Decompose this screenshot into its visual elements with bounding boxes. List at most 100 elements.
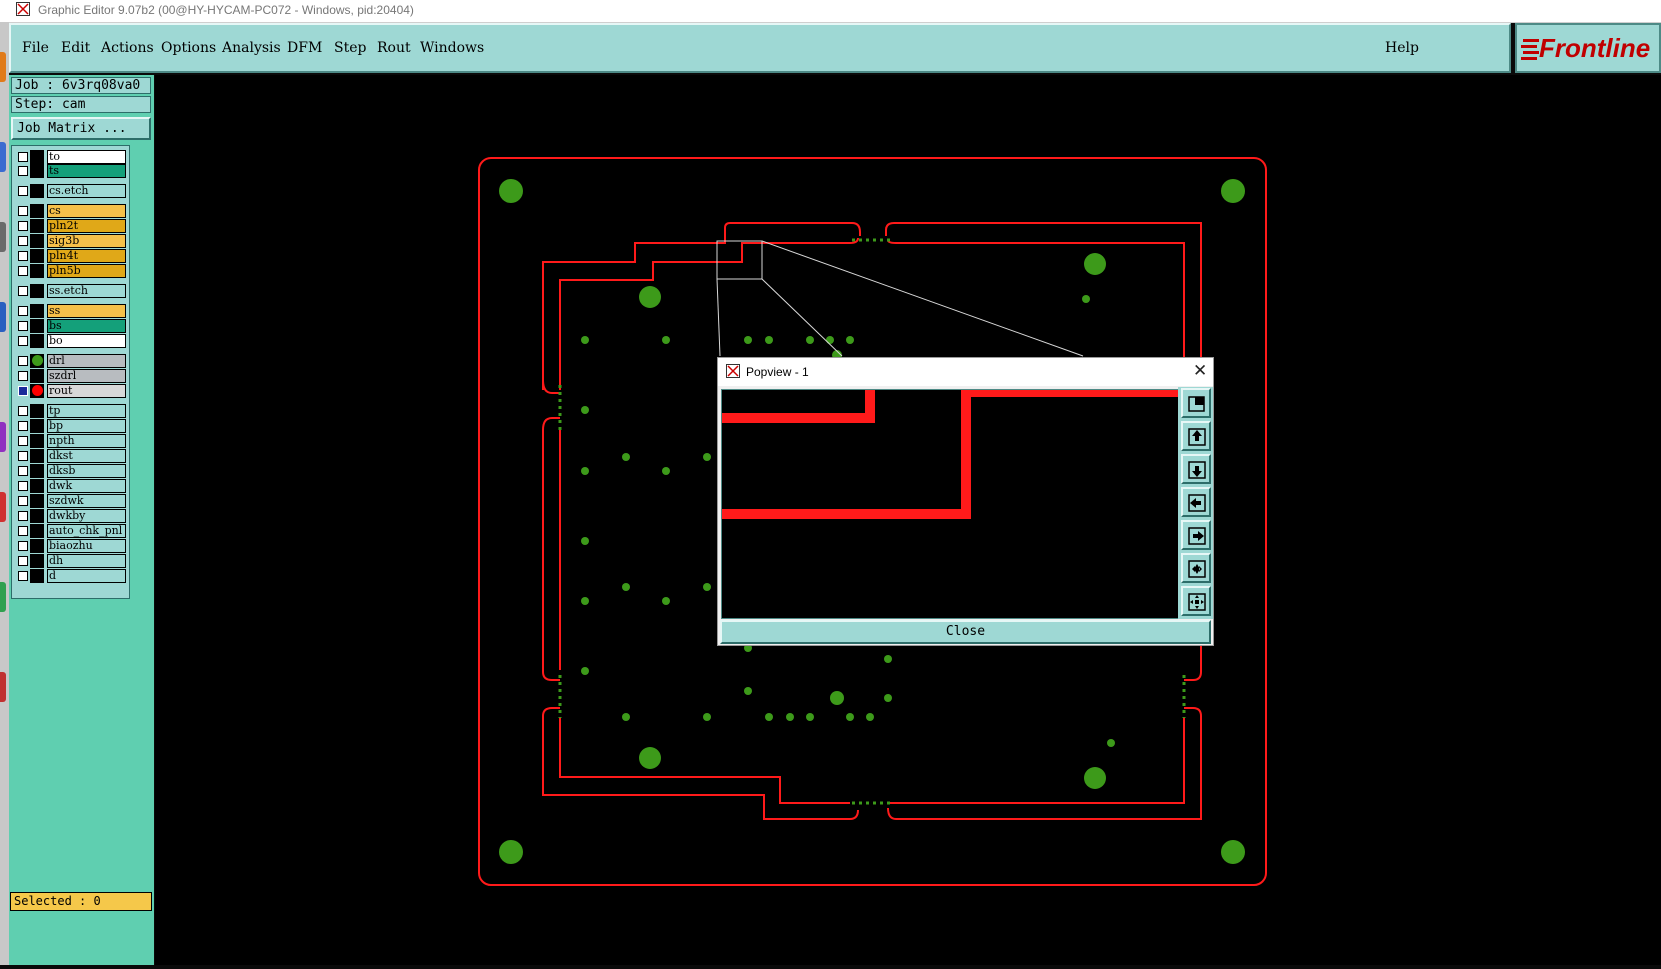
layer-checkbox[interactable] (18, 221, 28, 231)
layer-name[interactable]: dh (47, 554, 126, 568)
pan-left-button[interactable] (1181, 487, 1211, 517)
layer-name[interactable]: rout (47, 384, 126, 398)
layer-name[interactable]: d (47, 569, 126, 583)
layer-name[interactable]: cs.etch (47, 184, 126, 198)
layer-swatch[interactable] (30, 334, 44, 348)
pan-right-button[interactable] (1181, 520, 1211, 550)
menu-windows[interactable]: Windows (420, 40, 484, 56)
zoom-in-button[interactable] (1181, 553, 1211, 583)
layer-name[interactable]: bs (47, 319, 126, 333)
layer-row-bo[interactable]: bo (15, 334, 127, 348)
layer-row-dwk[interactable]: dwk (15, 479, 127, 493)
layer-row-pln2t[interactable]: pln2t (15, 219, 127, 233)
pan-down-button[interactable] (1181, 454, 1211, 484)
layer-name[interactable]: dwk (47, 479, 126, 493)
pan-up-button[interactable] (1181, 421, 1211, 451)
layer-row-pln4t[interactable]: pln4t (15, 249, 127, 263)
layer-name[interactable]: cs (47, 204, 126, 218)
layer-checkbox[interactable] (18, 266, 28, 276)
menu-rout[interactable]: Rout (377, 40, 411, 56)
menu-actions[interactable]: Actions (101, 40, 154, 56)
menu-step[interactable]: Step (334, 40, 366, 56)
layer-row-ts[interactable]: ts (15, 164, 127, 178)
layer-name[interactable]: drl (47, 354, 126, 368)
layer-row-bp[interactable]: bp (15, 419, 127, 433)
layer-checkbox[interactable] (18, 336, 28, 346)
layer-swatch[interactable] (30, 204, 44, 218)
layer-row-tp[interactable]: tp (15, 404, 127, 418)
layer-row-ss-etch[interactable]: ss.etch (15, 284, 127, 298)
layer-name[interactable]: bo (47, 334, 126, 348)
layer-checkbox[interactable] (18, 436, 28, 446)
layer-row-dkst[interactable]: dkst (15, 449, 127, 463)
layer-name[interactable]: bp (47, 419, 126, 433)
menu-analysis[interactable]: Analysis (222, 40, 281, 56)
layer-checkbox[interactable] (18, 466, 28, 476)
popview-title-bar[interactable]: Popview - 1 ✕ (718, 358, 1213, 386)
layer-checkbox[interactable] (18, 321, 28, 331)
layer-swatch[interactable] (30, 219, 44, 233)
layer-name[interactable]: pln5b (47, 264, 126, 278)
layer-row-cs-etch[interactable]: cs.etch (15, 184, 127, 198)
layer-checkbox[interactable] (18, 371, 28, 381)
layer-checkbox[interactable] (18, 206, 28, 216)
layer-checkbox[interactable] (18, 526, 28, 536)
layer-name[interactable]: ss (47, 304, 126, 318)
menu-edit[interactable]: Edit (61, 40, 90, 56)
layer-checkbox[interactable] (18, 421, 28, 431)
layer-swatch[interactable] (30, 449, 44, 463)
layer-name[interactable]: auto_chk_pnl (47, 524, 126, 538)
layer-row-auto-chk-pnl[interactable]: auto_chk_pnl (15, 524, 127, 538)
menu-help[interactable]: Help (1385, 40, 1419, 56)
menu-options[interactable]: Options (161, 40, 216, 56)
layer-checkbox[interactable] (18, 481, 28, 491)
popview-close-button[interactable]: Close (720, 620, 1211, 644)
layer-checkbox[interactable] (18, 496, 28, 506)
job-matrix-button[interactable]: Job Matrix ... (11, 117, 151, 140)
layer-swatch[interactable] (30, 404, 44, 418)
layer-swatch[interactable] (30, 150, 44, 164)
layer-name[interactable]: dwkby (47, 509, 126, 523)
layer-swatch[interactable] (30, 234, 44, 248)
layer-row-dh[interactable]: dh (15, 554, 127, 568)
layer-checkbox[interactable] (18, 306, 28, 316)
layer-row-drl[interactable]: drl (15, 354, 127, 368)
layer-name[interactable]: pln2t (47, 219, 126, 233)
layer-name[interactable]: dksb (47, 464, 126, 478)
layer-swatch[interactable] (30, 304, 44, 318)
layer-swatch[interactable] (30, 569, 44, 583)
layer-name[interactable]: npth (47, 434, 126, 448)
layer-row-dwkby[interactable]: dwkby (15, 509, 127, 523)
layer-row-pln5b[interactable]: pln5b (15, 264, 127, 278)
zoom-out-button[interactable] (1181, 586, 1211, 616)
zoom-home-button[interactable] (1181, 388, 1211, 418)
layer-swatch[interactable] (30, 264, 44, 278)
layer-checkbox[interactable] (18, 186, 28, 196)
layer-checkbox[interactable] (18, 511, 28, 521)
layer-row-rout[interactable]: rout (15, 384, 127, 398)
layer-row-dksb[interactable]: dksb (15, 464, 127, 478)
layer-checkbox[interactable] (18, 286, 28, 296)
popview-viewport[interactable] (721, 387, 1179, 619)
layer-row-cs[interactable]: cs (15, 204, 127, 218)
layer-name[interactable]: tp (47, 404, 126, 418)
layer-swatch[interactable] (30, 164, 44, 178)
layer-row-ss[interactable]: ss (15, 304, 127, 318)
layer-name[interactable]: biaozhu (47, 539, 126, 553)
layer-checkbox[interactable] (18, 386, 28, 396)
layer-swatch[interactable] (30, 554, 44, 568)
layer-name[interactable]: to (47, 150, 126, 164)
layer-name[interactable]: szdrl (47, 369, 126, 383)
layer-checkbox[interactable] (18, 251, 28, 261)
layer-row-bs[interactable]: bs (15, 319, 127, 333)
layer-swatch[interactable] (30, 539, 44, 553)
layer-name[interactable]: szdwk (47, 494, 126, 508)
layer-checkbox[interactable] (18, 406, 28, 416)
layer-swatch[interactable] (30, 524, 44, 538)
layer-checkbox[interactable] (18, 451, 28, 461)
layer-row-szdwk[interactable]: szdwk (15, 494, 127, 508)
layer-swatch[interactable] (30, 509, 44, 523)
close-icon[interactable]: ✕ (1193, 361, 1207, 381)
layer-checkbox[interactable] (18, 541, 28, 551)
layer-name[interactable]: pln4t (47, 249, 126, 263)
